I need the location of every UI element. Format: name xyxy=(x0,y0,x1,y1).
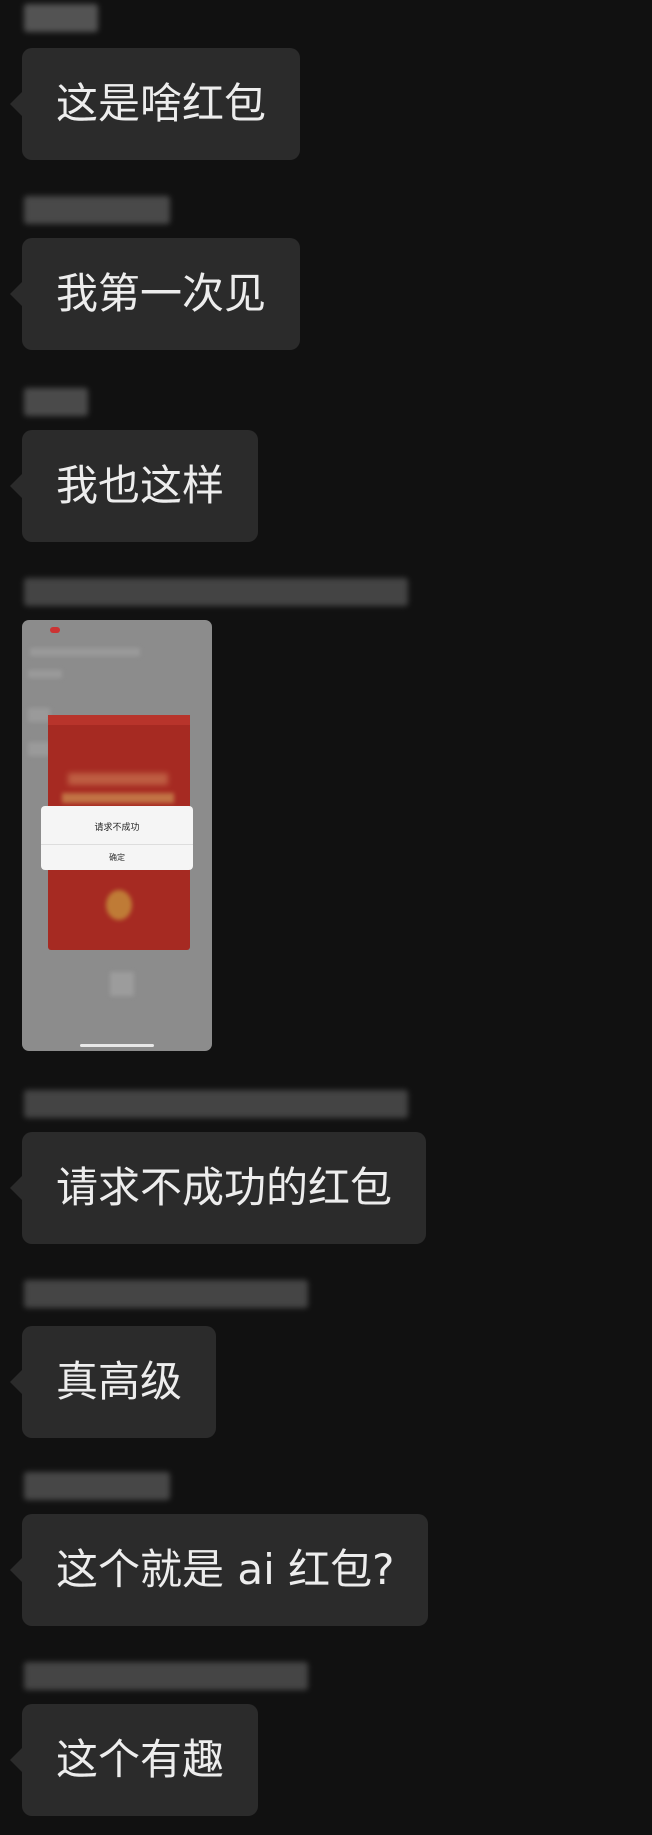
sender-name-blurred xyxy=(24,196,170,224)
message-bubble[interactable]: 真高级 xyxy=(9,1326,217,1438)
dialog-divider xyxy=(41,844,193,845)
home-indicator xyxy=(80,1044,154,1047)
sender-name-blurred xyxy=(24,1090,408,1118)
message-bubble[interactable]: 我第一次见 xyxy=(9,238,301,350)
recording-indicator-icon xyxy=(50,627,60,633)
sender-name-blurred xyxy=(24,1472,170,1500)
message-bubble[interactable]: 这是啥红包 xyxy=(9,48,301,160)
coin-icon xyxy=(106,890,132,920)
dialog-confirm-button: 确定 xyxy=(109,853,125,862)
message-bubble[interactable]: 请求不成功的红包 xyxy=(9,1132,427,1244)
sender-name-blurred xyxy=(24,1662,308,1690)
message-bubble[interactable]: 这个有趣 xyxy=(9,1704,259,1816)
chat-message-list: 这是啥红包 我第一次见 我也这样 请求不成功 确定 请求不成功的红包 真高级 这… xyxy=(0,0,652,1835)
message-bubble[interactable]: 这个就是 ai 红包? xyxy=(9,1514,429,1626)
message-bubble[interactable]: 我也这样 xyxy=(9,430,259,542)
sender-name-blurred xyxy=(24,1280,308,1308)
dialog-message: 请求不成功 xyxy=(94,823,140,833)
sender-name-blurred xyxy=(24,4,98,32)
sender-name-blurred xyxy=(24,388,88,416)
sender-name-blurred xyxy=(24,578,408,606)
error-dialog: 请求不成功 确定 xyxy=(41,806,193,870)
screenshot-image-message[interactable]: 请求不成功 确定 xyxy=(22,620,212,1051)
blurred-element xyxy=(110,972,134,996)
phone-status-bar xyxy=(22,620,212,642)
